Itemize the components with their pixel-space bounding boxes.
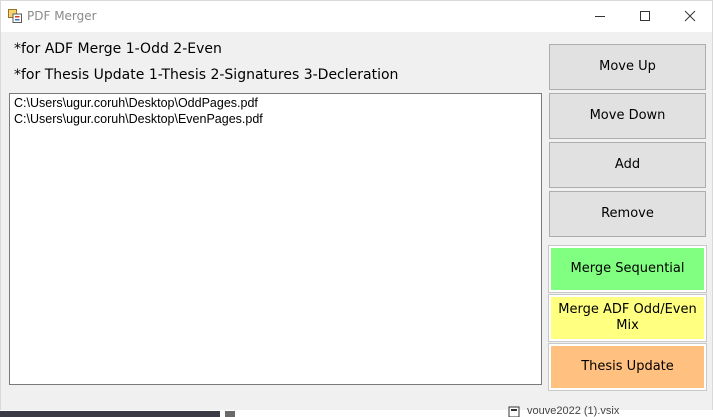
app-icon <box>8 9 22 23</box>
window-title: PDF Merger <box>27 9 97 23</box>
background-file-label: vouve2022 (1).vsix <box>527 405 620 417</box>
thesis-update-button[interactable]: Thesis Update <box>548 343 707 391</box>
client-area: *for ADF Merge 1-Odd 2-Even *for Thesis … <box>1 32 712 410</box>
maximize-icon <box>640 11 650 21</box>
list-item[interactable]: C:\Users\ugur.coruh\Desktop\EvenPages.pd… <box>14 112 263 126</box>
title-bar[interactable]: PDF Merger <box>1 1 712 32</box>
add-button[interactable]: Add <box>549 142 706 188</box>
list-item[interactable]: C:\Users\ugur.coruh\Desktop\OddPages.pdf <box>14 96 258 110</box>
minimize-button[interactable] <box>577 1 623 32</box>
merge-sequential-button[interactable]: Merge Sequential <box>548 245 707 293</box>
background-window-edge <box>225 411 235 417</box>
close-icon <box>684 10 696 22</box>
file-listbox[interactable]: C:\Users\ugur.coruh\Desktop\OddPages.pdf… <box>9 93 542 385</box>
thesis-update-note: *for Thesis Update 1-Thesis 2-Signatures… <box>14 67 399 83</box>
background-window-edge <box>0 411 220 417</box>
adf-merge-note: *for ADF Merge 1-Odd 2-Even <box>14 41 222 57</box>
move-down-button[interactable]: Move Down <box>549 93 706 139</box>
pdf-merger-window: PDF Merger *for ADF Merge 1-Odd 2-Even *… <box>0 0 713 410</box>
close-button[interactable] <box>667 1 713 32</box>
maximize-button[interactable] <box>622 1 668 32</box>
remove-button[interactable]: Remove <box>549 191 706 237</box>
minimize-icon <box>595 16 605 17</box>
move-up-button[interactable]: Move Up <box>549 44 706 90</box>
file-icon <box>508 406 520 417</box>
merge-adf-button[interactable]: Merge ADF Odd/Even Mix <box>548 294 707 342</box>
